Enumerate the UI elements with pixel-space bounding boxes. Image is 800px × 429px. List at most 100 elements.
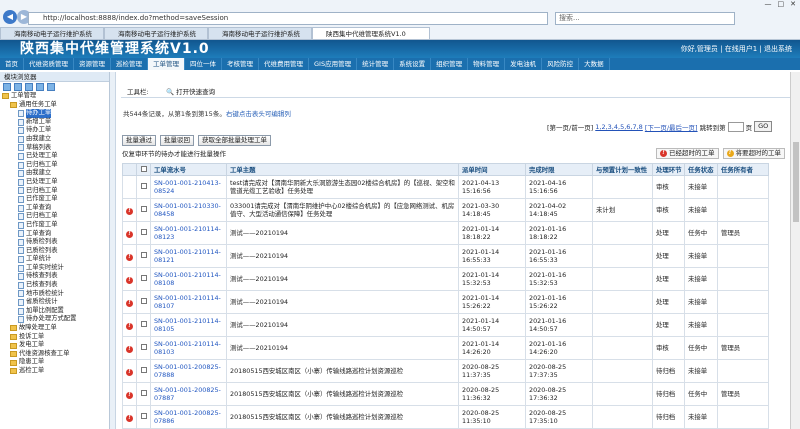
tree-item[interactable]: 地市质检统计 [2,290,109,299]
menu-item[interactable]: 统计管理 [357,58,395,70]
tree-item[interactable]: 巡检工单 [2,367,109,376]
sn-link[interactable]: SN-001-001-210114-08103 [150,336,227,360]
sn-link[interactable]: SN-001-001-210413-08524 [150,175,227,199]
quick-query-link[interactable]: 🔍 打开快速查询 [166,86,215,98]
tree-item[interactable]: 由我建立 [2,135,109,144]
address-bar[interactable]: http://localhost:8888/index.do?method=sa… [28,12,548,25]
menu-item[interactable]: 工单管理 [148,58,185,70]
browser-tab[interactable]: 海南移动电子运行维护系统 [104,27,208,40]
browser-tab[interactable]: 海南移动电子运行维护系统 [0,27,104,40]
table-row[interactable]: ! SN-001-001-210114-08123 测试——20210194 2021… [122,221,769,245]
select-all-checkbox[interactable] [140,165,147,172]
row-checkbox[interactable] [140,321,147,327]
table-row[interactable]: ! SN-001-001-200825-07888 20180515西安城区南区（小… [122,359,769,383]
menu-item[interactable]: 四位一体 [185,58,222,70]
table-row[interactable]: ! SN-001-001-200825-07886 20180515西安城区南区（小… [122,405,769,429]
column-header[interactable]: 处理环节 [652,163,685,176]
tree-item[interactable]: 发电工单 [2,341,109,350]
menu-item[interactable]: 资源管理 [74,58,111,70]
sn-link[interactable]: SN-001-001-210114-08123 [150,221,227,245]
sn-link[interactable]: SN-001-001-210114-08107 [150,290,227,314]
sn-link[interactable]: SN-001-001-200825-07888 [150,359,227,383]
row-checkbox[interactable] [140,275,147,281]
pager-first-prev[interactable]: [第一页/前一页] [547,122,593,132]
table-row[interactable]: ! SN-001-001-210114-08121 测试——20210194 2021… [122,244,769,268]
column-header[interactable] [136,163,151,176]
get-all-batch-button[interactable]: 获取全部批量处理工单 [198,135,271,146]
vertical-scrollbar[interactable] [790,72,800,429]
scroll-thumb[interactable] [793,142,799,222]
sn-link[interactable]: SN-001-001-210114-08105 [150,313,227,337]
tree-item[interactable]: 已归档工单 [2,187,109,196]
go-button[interactable]: GO [754,121,773,132]
splitter[interactable] [110,72,116,429]
row-checkbox[interactable] [140,252,147,258]
home-icon[interactable] [36,83,44,91]
browser-tab[interactable]: 海南移动电子运行维护系统 [208,27,312,40]
tree-item[interactable]: 已归档工单 [2,161,109,170]
tree-item[interactable]: 由我建立 [2,169,109,178]
batch-approve-button[interactable]: 批量通过 [122,135,156,146]
row-checkbox[interactable] [140,229,147,235]
column-header[interactable]: 完成时限 [525,163,593,176]
menu-item[interactable]: 巡检管理 [111,58,148,70]
row-checkbox[interactable] [140,206,147,212]
menu-item[interactable]: 组织管理 [431,58,469,70]
tree-item[interactable]: 待办工单 [2,126,109,135]
batch-reject-button[interactable]: 批量驳回 [160,135,194,146]
menu-item[interactable]: 大数据 [579,58,610,70]
browser-tab-active[interactable]: 陕西集中代维管理系统V1.0 [312,27,430,40]
tree-item[interactable]: 已核查列表 [2,281,109,290]
menu-item[interactable]: 系统设置 [394,58,432,70]
column-header[interactable]: 任务所有者 [717,163,769,176]
menu-item[interactable]: 首页 [0,58,24,70]
tree-item[interactable]: 待核查列表 [2,272,109,281]
column-header[interactable]: 与预置计划一致性 [592,163,653,176]
search-icon[interactable] [47,83,55,91]
tree-item[interactable]: 草稿列表 [2,144,109,153]
table-row[interactable]: ! SN-001-001-200825-07887 20180515西安城区南区（小… [122,382,769,406]
tree-item[interactable]: 工单管理 [2,92,109,101]
tree-item[interactable]: 待办处理方式配置 [2,315,109,324]
column-header[interactable]: 工单流水号 [150,163,227,176]
sn-link[interactable]: SN-001-001-210330-08458 [150,198,227,222]
tree-item[interactable]: 工单查询 [2,230,109,239]
pager-pages[interactable]: 1,2,3,4,5,6,7,8 [595,123,643,131]
collapse-icon[interactable] [14,83,22,91]
column-header[interactable] [122,163,137,176]
tree-item[interactable]: 已处理工单 [2,152,109,161]
column-header[interactable]: 任务状态 [684,163,718,176]
tree-item[interactable]: 已归档工单 [2,212,109,221]
column-header[interactable]: 派单时间 [458,163,526,176]
tree-item[interactable]: 隐患工单 [2,358,109,367]
tree-item[interactable]: 已作废工单 [2,195,109,204]
menu-item[interactable]: GIS应用管理 [309,58,358,70]
tree-item[interactable]: 通用任务工单 [2,101,109,110]
maximize-icon[interactable]: □ [778,0,785,10]
row-checkbox[interactable] [140,298,147,304]
browser-search-input[interactable]: 搜索... [555,12,735,25]
menu-item[interactable]: 考核管理 [222,58,259,70]
menu-item[interactable]: 发电油机 [505,58,543,70]
table-row[interactable]: ! SN-001-001-210114-08103 测试——20210194 2021… [122,336,769,360]
sn-link[interactable]: SN-001-001-210114-08108 [150,267,227,291]
row-checkbox[interactable] [140,183,147,189]
pager-next-last[interactable]: [下一页/最后一页] [645,122,698,132]
menu-item[interactable]: 代维资质管理 [24,58,74,70]
sn-link[interactable]: SN-001-001-200825-07887 [150,382,227,406]
table-row[interactable]: ! SN-001-001-210330-08458 033001请完成对【渭南华阴维… [122,198,769,222]
table-row[interactable]: SN-001-001-210413-08524 test请完成对【渭南华阴新大乐洞… [122,175,769,199]
tree-item[interactable]: 待办工单 [2,109,109,118]
table-row[interactable]: ! SN-001-001-210114-08105 测试——20210194 2021… [122,313,769,337]
page-number-input[interactable] [727,121,744,132]
tree-item[interactable]: 投诉工单 [2,333,109,342]
table-row[interactable]: ! SN-001-001-210114-08107 测试——20210194 2021… [122,290,769,314]
menu-item[interactable]: 物料管理 [468,58,506,70]
sn-link[interactable]: SN-001-001-200825-07886 [150,405,227,429]
tree-item[interactable]: 待质检列表 [2,238,109,247]
tree-item[interactable]: 工单统计 [2,255,109,264]
sn-link[interactable]: SN-001-001-210114-08121 [150,244,227,268]
expand-icon[interactable] [3,83,11,91]
tree-item[interactable]: 已作废工单 [2,221,109,230]
tree-item[interactable]: 省质检统计 [2,298,109,307]
